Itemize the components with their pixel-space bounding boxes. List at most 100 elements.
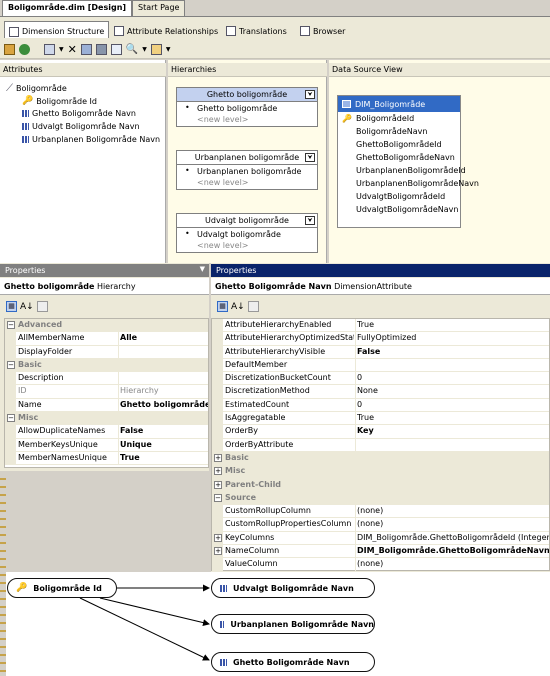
property-category[interactable]: − Advanced (5, 319, 208, 333)
delete-icon[interactable]: ✕ (68, 43, 77, 56)
hierarchy-level[interactable]: • Urbanplanen boligområde (177, 165, 317, 177)
attribute-item[interactable]: Urbanplanen Boligområde Navn (22, 135, 160, 144)
property-value[interactable]: False (357, 347, 380, 356)
alphabetical-icon[interactable]: A↓ (20, 302, 34, 312)
collapse-icon[interactable]: ⮟ (305, 216, 315, 225)
doc-tab-start-page[interactable]: Start Page (132, 0, 186, 16)
property-row[interactable]: Name Ghetto boligområde (5, 398, 208, 413)
dsv-column[interactable]: GhettoBoligområdeId (338, 140, 460, 153)
relationship-source-node[interactable]: 🔑 Boligområde Id (7, 578, 117, 598)
dsv-column[interactable]: UdvalgtBoligområdeId (338, 192, 460, 205)
dsv-column-key[interactable]: 🔑 BoligområdeId (338, 114, 460, 127)
new-level-placeholder[interactable]: <new level> (177, 240, 317, 252)
attribute-root[interactable]: ⟋ Boligområde (6, 83, 67, 94)
hierarchy-level[interactable]: • Udvalgt boligområde (177, 228, 317, 240)
property-value[interactable]: (none) (357, 506, 383, 515)
property-row[interactable]: AttributeHierarchyOptimizedState FullyOpt… (212, 332, 549, 346)
collapse-icon[interactable]: − (7, 321, 15, 329)
view-icon[interactable] (44, 44, 55, 55)
dsv-column[interactable]: GhettoBoligområdeNavn (338, 153, 460, 166)
property-row[interactable]: AllowDuplicateNames False (5, 425, 208, 439)
attribute-item[interactable]: 🔑 Boligområde Id (22, 96, 97, 106)
property-pages-icon[interactable] (247, 301, 259, 312)
property-row[interactable]: MemberKeysUnique Unique (5, 438, 208, 452)
categorized-icon[interactable]: ▦ (217, 301, 228, 312)
zoom-icon[interactable]: 🔍 (126, 44, 138, 55)
dropdown-arrow-icon[interactable]: ▼ (166, 46, 171, 53)
attribute-item[interactable]: Ghetto Boligområde Navn (22, 109, 136, 118)
property-value[interactable]: FullyOptimized (357, 333, 416, 342)
property-row[interactable]: OrderByAttribute (212, 438, 549, 452)
property-row[interactable]: DiscretizationMethod None (212, 385, 549, 399)
property-row[interactable]: DiscretizationBucketCount 0 (212, 372, 549, 386)
property-row[interactable]: + KeyColumns DIM_Boligområde.GhettoBoligom… (212, 531, 549, 546)
property-row[interactable]: AttributeHierarchyVisible False (212, 345, 549, 359)
property-category[interactable]: − Misc (5, 412, 208, 426)
categorized-icon[interactable]: ▦ (6, 301, 17, 312)
property-row[interactable]: OrderBy Key (212, 425, 549, 439)
show-table-icon[interactable] (110, 44, 122, 55)
hierarchy-ghetto[interactable]: Ghetto boligområde ⮟ • Ghetto boligområde … (176, 87, 318, 127)
property-row[interactable]: ID Hierarchy (5, 385, 208, 399)
collapse-icon[interactable]: − (7, 414, 15, 423)
property-value[interactable]: (none) (357, 519, 383, 528)
properties-right-object[interactable]: Ghetto Boligområde Navn DimensionAttribu… (211, 278, 550, 295)
dropdown-arrow-icon[interactable]: ▼ (142, 46, 147, 53)
relationship-target-node[interactable]: Ghetto Boligområde Navn (211, 652, 375, 672)
expand-icon[interactable]: + (214, 533, 222, 542)
new-level-placeholder[interactable]: <new level> (177, 114, 317, 126)
property-row[interactable]: CustomRollupPropertiesColumn (none) (212, 518, 549, 532)
property-row[interactable]: AllMemberName Alle (5, 332, 208, 346)
property-value[interactable]: Unique (120, 440, 152, 449)
property-row[interactable]: MemberNamesUnique True (5, 451, 208, 466)
new-level-placeholder[interactable]: <new level> (177, 177, 317, 189)
property-category[interactable]: + Basic (212, 451, 549, 466)
arrange-icon[interactable] (150, 44, 162, 55)
tab-attribute-relationships[interactable]: Attribute Relationships (110, 21, 222, 38)
dsv-column[interactable]: UrbanplanenBoligområdeNavn (338, 179, 479, 192)
property-row[interactable]: DefaultMember (212, 358, 549, 373)
dropdown-arrow-icon[interactable]: ▼ (200, 265, 205, 273)
expand-icon[interactable]: + (214, 453, 222, 462)
dsv-table[interactable]: DIM_Boligområde 🔑 BoligområdeId Boligområd… (337, 95, 479, 228)
dsv-column[interactable]: UdvalgtBoligområdeNavn (338, 205, 460, 218)
table-view-icon[interactable] (95, 44, 107, 55)
tab-translations[interactable]: Translations (222, 21, 291, 38)
tab-dimension-structure[interactable]: Dimension Structure (4, 21, 110, 38)
process-icon[interactable] (4, 44, 15, 55)
hierarchy-level[interactable]: • Ghetto boligområde (177, 102, 317, 114)
collapse-icon[interactable]: ⮟ (305, 153, 315, 162)
property-value[interactable]: None (357, 386, 378, 395)
dsv-column[interactable]: UrbanplanenBoligområdeId (338, 166, 466, 179)
relationship-target-node[interactable]: Urbanplanen Boligområde Navn (211, 614, 375, 634)
doc-tab-dimension[interactable]: Boligområde.dim [Design] (2, 0, 133, 16)
hierarchy-urbanplanen[interactable]: Urbanplanen boligområde ⮟ • Urbanplanen bo… (176, 150, 318, 190)
property-value[interactable]: DIM_Boligområde.GhettoBoligområdeId (Int… (357, 533, 549, 542)
property-row[interactable]: + NameColumn DIM_Boligområde.GhettoBoligom… (212, 545, 549, 559)
property-row[interactable]: DisplayFolder (5, 345, 208, 359)
tab-browser[interactable]: Browser (296, 21, 349, 38)
property-row[interactable]: CustomRollupColumn (none) (212, 505, 549, 519)
alphabetical-icon[interactable]: A↓ (231, 302, 245, 312)
hierarchy-udvalgt[interactable]: Udvalgt boligområde ⮟ • Udvalgt boligområd… (176, 213, 318, 253)
property-row[interactable]: Description (5, 372, 208, 386)
property-value[interactable]: True (357, 413, 374, 422)
dsv-column[interactable]: BoligområdeNavn (338, 127, 460, 140)
property-category[interactable]: − Basic (5, 358, 208, 373)
property-category[interactable]: + Misc (212, 465, 549, 479)
collapse-icon[interactable]: ⮟ (305, 90, 315, 99)
refresh-icon[interactable] (19, 44, 30, 55)
property-value[interactable]: True (120, 453, 140, 462)
property-value[interactable]: 0 (357, 400, 362, 409)
properties-left-object[interactable]: Ghetto boligområde Hierarchy (0, 278, 209, 295)
collapse-icon[interactable]: − (214, 493, 222, 502)
property-value[interactable]: (none) (357, 559, 383, 568)
property-value[interactable]: False (120, 426, 143, 435)
property-value[interactable]: Ghetto boligområde (120, 400, 208, 409)
property-value[interactable]: Alle (120, 333, 137, 342)
grid-view-icon[interactable] (80, 44, 92, 55)
property-value[interactable]: Key (357, 426, 374, 435)
attribute-item[interactable]: Udvalgt Boligområde Navn (22, 122, 140, 131)
property-category[interactable]: + Parent-Child (212, 478, 549, 492)
expand-icon[interactable]: + (214, 467, 222, 476)
